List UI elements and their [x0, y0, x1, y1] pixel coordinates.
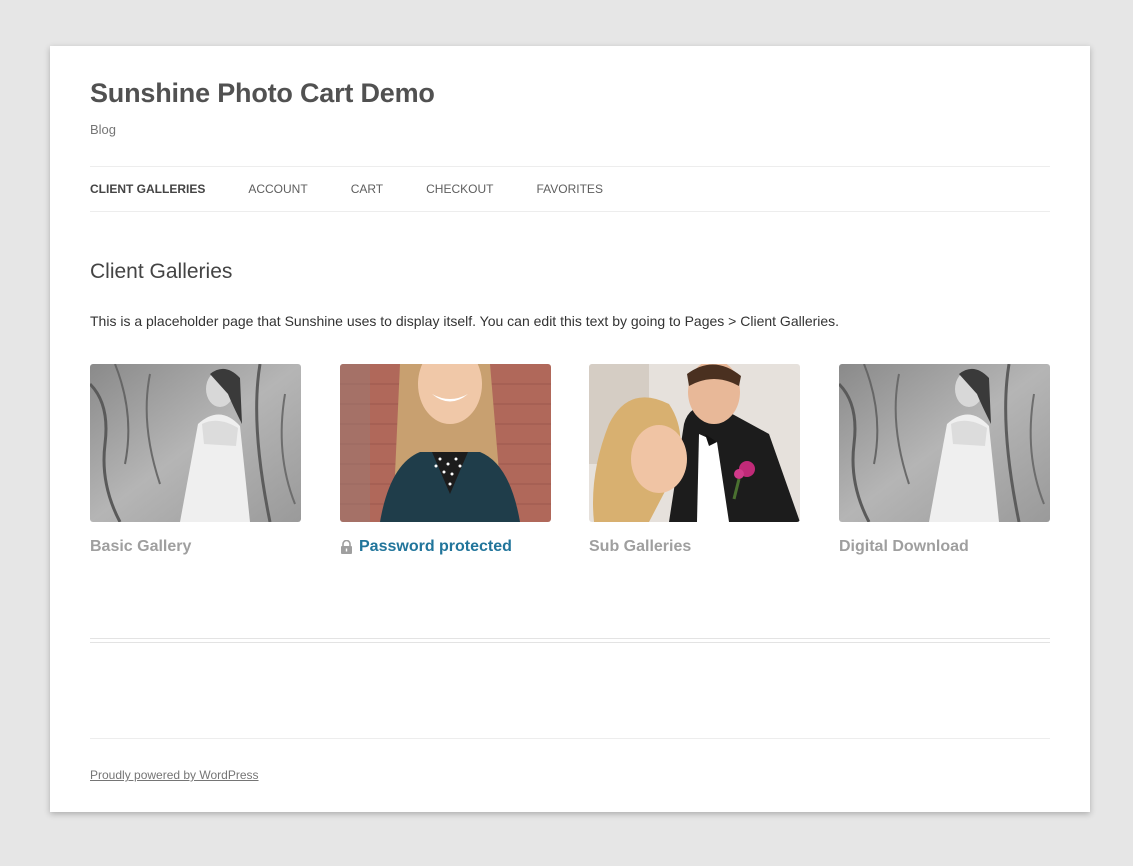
main-navigation: CLIENT GALLERIES ACCOUNT CART CHECKOUT F…: [90, 166, 1050, 212]
page-title: Client Galleries: [90, 260, 233, 283]
footer-divider: [90, 738, 1050, 739]
gallery-item-basic: Basic Gallery: [90, 364, 301, 556]
page-description: This is a placeholder page that Sunshine…: [90, 313, 840, 329]
nav-item-client-galleries[interactable]: CLIENT GALLERIES: [90, 182, 205, 196]
gallery-item-password: Password protected: [340, 364, 551, 556]
gallery-link-password[interactable]: Password protected: [340, 538, 551, 556]
gallery-thumbnail-basic[interactable]: [90, 364, 301, 522]
gallery-grid: Basic Gallery Password protected Sub Gal…: [90, 364, 1050, 564]
smiling-woman-photo: [340, 364, 551, 522]
nav-item-checkout[interactable]: CHECKOUT: [426, 182, 493, 196]
gallery-thumbnail-password[interactable]: [340, 364, 551, 522]
bw-bride-photo: [90, 364, 301, 522]
gallery-title-digital[interactable]: Digital Download: [839, 538, 1050, 556]
lock-icon: [340, 539, 353, 554]
content-divider: [90, 638, 1050, 643]
site-title[interactable]: Sunshine Photo Cart Demo: [90, 78, 435, 109]
gallery-title-sub[interactable]: Sub Galleries: [589, 538, 800, 556]
footer-credit-link[interactable]: Proudly powered by WordPress: [90, 768, 259, 782]
gallery-title-basic[interactable]: Basic Gallery: [90, 538, 301, 556]
gallery-thumbnail-digital[interactable]: [839, 364, 1050, 522]
page-container: Sunshine Photo Cart Demo Blog CLIENT GAL…: [50, 46, 1090, 812]
nav-item-cart[interactable]: CART: [351, 182, 383, 196]
wedding-couple-photo: [589, 364, 800, 522]
gallery-title-password: Password protected: [359, 538, 512, 555]
gallery-item-sub: Sub Galleries: [589, 364, 800, 556]
gallery-item-digital: Digital Download: [839, 364, 1050, 556]
nav-item-favorites[interactable]: FAVORITES: [536, 182, 602, 196]
bw-bride-photo: [839, 364, 1050, 522]
site-description: Blog: [90, 122, 117, 137]
gallery-thumbnail-sub[interactable]: [589, 364, 800, 522]
nav-item-account[interactable]: ACCOUNT: [248, 182, 307, 196]
